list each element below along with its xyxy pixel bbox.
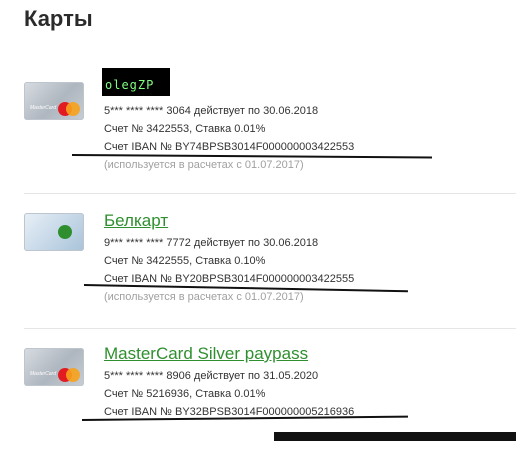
card-item: MasterCard olegZP 5*** **** **** 3064 де… xyxy=(24,68,516,192)
mastercard-logo-icon xyxy=(58,102,80,116)
divider xyxy=(24,193,516,194)
card-image[interactable]: MasterCard xyxy=(24,82,84,120)
card-iban-note: (используется в расчетах с 01.07.2017) xyxy=(104,291,304,303)
card-account-line: Счет № 3422553, Ставка 0.01% xyxy=(104,123,266,135)
card-custom-logo: olegZP xyxy=(102,68,170,96)
card-account-line: Счет № 3422555, Ставка 0.10% xyxy=(104,255,266,267)
bottom-bar xyxy=(274,432,516,441)
card-iban-line: Счет IBAN № BY74BPSB3014F000000003422553 xyxy=(104,141,355,153)
card-number-line: 5*** **** **** 3064 действует по 30.06.2… xyxy=(104,105,319,117)
card-image[interactable] xyxy=(24,213,84,251)
card-item: MasterCard MasterCard Silver paypass 5**… xyxy=(24,340,516,464)
mastercard-logo-icon xyxy=(58,368,80,382)
card-brand-text: MasterCard xyxy=(30,371,57,377)
card-number-line: 9*** **** **** 7772 действует по 30.06.2… xyxy=(104,237,319,249)
card-name-link[interactable]: MasterCard Silver paypass xyxy=(104,344,308,364)
card-iban-note: (используется в расчетах с 01.07.2017) xyxy=(104,159,304,171)
card-brand-text: MasterCard xyxy=(30,105,57,111)
card-iban-line: Счет IBAN № BY20BPSB3014F000000003422555 xyxy=(104,273,355,285)
card-account-line: Счет № 5216936, Ставка 0.01% xyxy=(104,388,266,400)
card-name-link[interactable]: Белкарт xyxy=(104,211,168,231)
belkart-leaf-icon xyxy=(58,225,72,239)
card-number-line: 5*** **** **** 8906 действует по 31.05.2… xyxy=(104,370,319,382)
divider xyxy=(24,328,516,329)
page-title: Карты xyxy=(24,6,93,31)
card-image[interactable]: MasterCard xyxy=(24,348,84,386)
card-item: Белкарт 9*** **** **** 7772 действует по… xyxy=(24,205,516,329)
